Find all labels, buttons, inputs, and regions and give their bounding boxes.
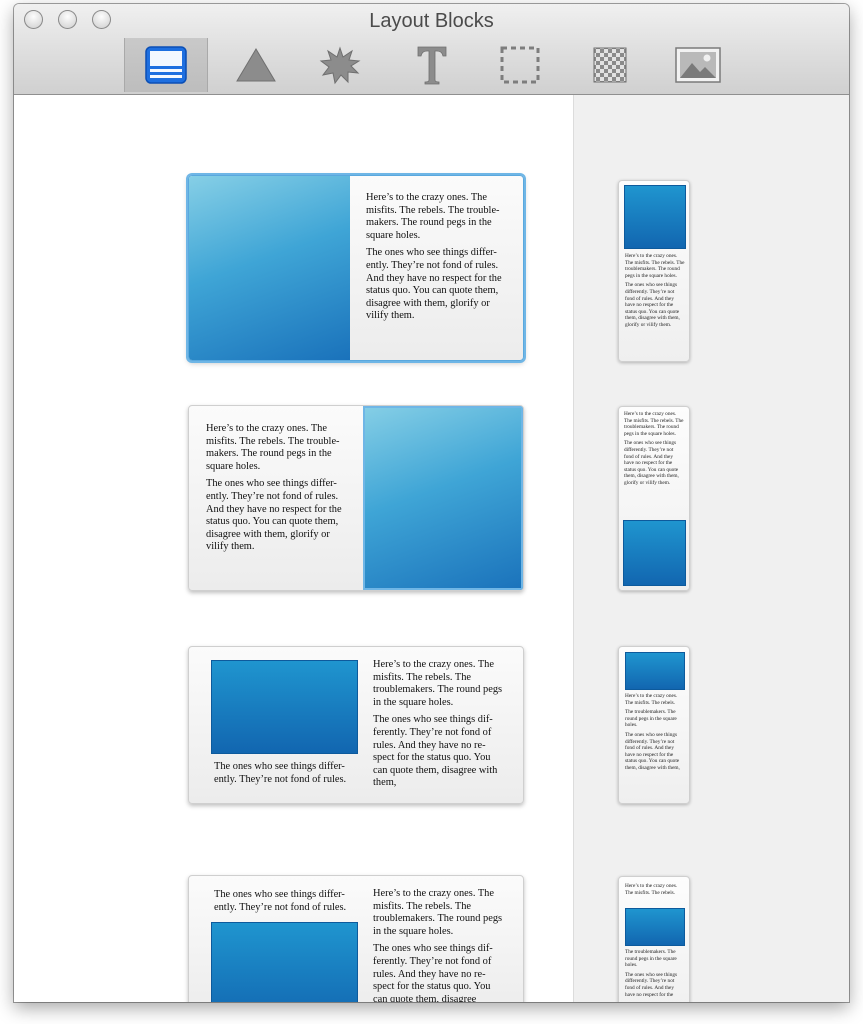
text-paragraph: Here’s to the crazy ones. The misfits. T…: [206, 423, 340, 472]
text-paragraph: The troublemakers. The round pegs in the…: [625, 709, 677, 729]
image-placeholder: [624, 185, 686, 249]
caption-text: The ones who see things differ-ently. Th…: [214, 889, 356, 919]
text-paragraph: Here’s to the crazy ones. The misfits. T…: [625, 883, 678, 896]
layout-block-image-caption[interactable]: The ones who see things differ-ently. Th…: [188, 646, 524, 804]
layout-thumbnail-sidebar: Here’s to the crazy ones. The misfits. T…: [573, 95, 849, 1002]
image-placeholder: [211, 660, 358, 754]
text-paragraph: The ones who see things dif-ferently. Th…: [373, 714, 498, 789]
text-paragraph: The ones who see things differ-ently. Th…: [214, 889, 347, 913]
text-tool[interactable]: [390, 38, 474, 92]
content-area: Here’s to the crazy ones. The misfits. T…: [14, 95, 849, 1002]
thumbnail-layout-4[interactable]: Here’s to the crazy ones. The misfits. T…: [618, 876, 690, 1002]
text-paragraph: Here’s to the crazy ones. The misfits. T…: [373, 888, 503, 937]
thumbnail-layout-3[interactable]: Here’s to the crazy ones. The misfits. T…: [618, 646, 690, 804]
layout-blocks-tool[interactable]: [124, 38, 208, 92]
text-paragraph: The ones who see things differ-ently. Th…: [214, 761, 347, 785]
text-paragraph: Here’s to the crazy ones. The misfits. T…: [625, 693, 678, 706]
starburst-shape-tool[interactable]: [298, 38, 382, 92]
dashed-frame-tool[interactable]: [478, 38, 562, 92]
caption-text: The ones who see things differ-ently. Th…: [214, 761, 356, 791]
text-column: Here’s to the crazy ones. The misfits. T…: [373, 888, 505, 1002]
text-paragraph: The ones who see things differ-ently. Th…: [206, 478, 342, 553]
text-paragraph: Here’s to the crazy ones. The misfits. T…: [624, 411, 684, 437]
thumbnail-text: Here’s to the crazy ones. The misfits. T…: [625, 693, 685, 775]
text-paragraph: The ones who see things differently. The…: [624, 440, 679, 486]
starburst-shape-icon: [319, 46, 361, 85]
text-paragraph: Here’s to the crazy ones. The misfits. T…: [366, 192, 500, 241]
title-bar: Layout Blocks: [14, 4, 849, 95]
text-paragraph: The ones who see things differ-ently. Th…: [366, 247, 502, 322]
thumbnail-text: Here’s to the crazy ones. The misfits. T…: [625, 253, 685, 332]
picture-icon: [675, 47, 721, 83]
image-placeholder: [211, 922, 358, 1002]
pattern-fill-tool[interactable]: [568, 38, 652, 92]
thumbnail-text: Here’s to the crazy ones. The misfits. T…: [624, 411, 684, 490]
thumbnail-layout-2[interactable]: Here’s to the crazy ones. The misfits. T…: [618, 406, 690, 591]
text-paragraph: Here’s to the crazy ones. The misfits. T…: [625, 253, 685, 279]
image-placeholder: [189, 176, 350, 360]
thumbnail-text: The troublemakers. The round pegs in the…: [625, 949, 685, 1001]
window-title: Layout Blocks: [369, 10, 494, 32]
image-placeholder: [625, 908, 685, 946]
image-placeholder: [623, 520, 686, 586]
triangle-shape-tool[interactable]: [214, 38, 298, 92]
text-paragraph: The ones who see things differently. The…: [625, 282, 680, 328]
layout-blocks-window: Layout Blocks Here’s to the crazy ones. …: [14, 4, 849, 1002]
layout-block-image-right[interactable]: Here’s to the crazy ones. The misfits. T…: [188, 405, 524, 591]
dashed-frame-icon: [500, 46, 540, 84]
text-paragraph: Here’s to the crazy ones. The misfits. T…: [373, 659, 503, 708]
image-placeholder: [625, 652, 685, 690]
text-column: Here’s to the crazy ones. The misfits. T…: [206, 423, 348, 559]
thumbnail-layout-1[interactable]: Here’s to the crazy ones. The misfits. T…: [618, 180, 690, 362]
layout-preview-pane: Here’s to the crazy ones. The misfits. T…: [14, 95, 573, 1002]
text-paragraph: The ones who see things dif-ferently. Th…: [373, 943, 493, 1002]
image-placeholder: [363, 406, 523, 590]
thumbnail-text: Here’s to the crazy ones. The misfits. T…: [625, 883, 685, 899]
picture-tool[interactable]: [656, 38, 740, 92]
text-paragraph: The ones who see things differently. The…: [625, 731, 680, 771]
layout-block-image-left[interactable]: Here’s to the crazy ones. The misfits. T…: [188, 175, 524, 361]
triangle-shape-icon: [236, 48, 276, 82]
layout-blocks-icon: [145, 46, 187, 84]
text-icon: [417, 46, 447, 85]
text-paragraph: The troublemakers. The round pegs in the…: [625, 949, 677, 969]
text-column: Here’s to the crazy ones. The misfits. T…: [373, 659, 505, 795]
text-column: Here’s to the crazy ones. The misfits. T…: [366, 192, 508, 328]
text-paragraph: The ones who see things differently. The…: [625, 971, 678, 998]
layout-block-text-above-image[interactable]: The ones who see things differ-ently. Th…: [188, 875, 524, 1002]
pattern-fill-icon: [593, 47, 627, 83]
